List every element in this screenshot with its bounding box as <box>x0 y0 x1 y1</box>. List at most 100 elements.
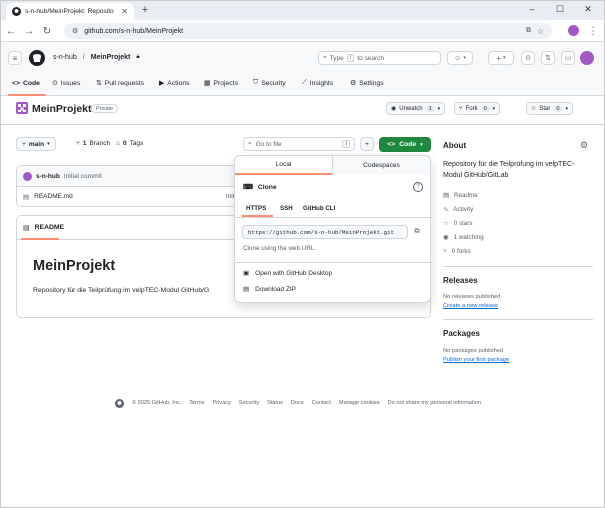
forward-icon[interactable]: → <box>22 24 36 38</box>
tab-actions[interactable]: ▶ Actions <box>159 77 190 89</box>
fork-button[interactable]: ⑂ Fork 0 ▾ <box>454 102 501 115</box>
tab-pull-requests[interactable]: ⇅ Pull requests <box>96 77 144 89</box>
browser-tab[interactable]: s-n-hub/MeinProjekt: Reposito ✕ <box>6 3 134 20</box>
commit-message[interactable]: Initial commit <box>64 173 102 180</box>
code-icon: <> <box>387 141 396 148</box>
create-release-link[interactable]: Create a new release <box>443 303 498 309</box>
tab-projects[interactable]: ▦ Projects <box>204 77 238 89</box>
packages-title[interactable]: Packages <box>443 329 480 338</box>
github-favicon-icon <box>12 7 21 16</box>
active-tab-indicator <box>8 94 46 96</box>
fork-count: 0 <box>480 105 490 112</box>
releases-title[interactable]: Releases <box>443 276 478 285</box>
download-zip-item[interactable]: ▤ Download ZIP <box>243 285 296 294</box>
footer-link-privacy[interactable]: Privacy <box>212 400 230 406</box>
footer-link-cookies[interactable]: Manage cookies <box>339 400 380 406</box>
footer: © 2025 GitHub, Inc. Terms Privacy Securi… <box>115 398 481 408</box>
tag-count-link[interactable]: ⌂ 0 Tags <box>116 140 143 147</box>
tab-security[interactable]: ⛉ Security <box>253 77 286 89</box>
chevron-down-icon: ▾ <box>503 55 506 61</box>
tab-local[interactable]: Local <box>235 156 332 175</box>
about-settings-icon[interactable]: ⚙ <box>580 140 588 151</box>
maximize-icon[interactable]: ☐ <box>548 2 572 16</box>
tab-issues[interactable]: ⊙ Issues <box>52 77 80 89</box>
file-name-link[interactable]: README.md <box>34 193 73 200</box>
eye-icon: ◉ <box>391 106 397 112</box>
install-icon[interactable]: ⧉ <box>526 27 531 35</box>
footer-link-security[interactable]: Security <box>239 400 259 406</box>
tab-close-icon[interactable]: ✕ <box>121 7 128 16</box>
sidebar-item-activity[interactable]: ∿ Activity <box>443 206 473 213</box>
commit-author[interactable]: s-n-hub <box>36 173 60 180</box>
fork-icon: ⑂ <box>459 105 463 112</box>
copilot-button[interactable]: ☺ ▾ <box>447 51 473 65</box>
github-footer-logo-icon[interactable] <box>115 398 124 408</box>
help-icon[interactable]: ? <box>413 182 423 192</box>
fork-icon: ⑂ <box>443 248 447 255</box>
tab-github-cli[interactable]: GitHub CLI <box>303 202 335 214</box>
inbox-icon[interactable]: ▭ <box>561 51 575 65</box>
breadcrumb-owner[interactable]: s-n-hub <box>53 54 77 61</box>
github-logo-icon[interactable] <box>29 50 45 66</box>
footer-link-contact[interactable]: Contact <box>312 400 331 406</box>
tab-https[interactable]: HTTPS <box>246 202 266 214</box>
site-info-icon[interactable]: ⚙ <box>72 27 78 35</box>
minimize-icon[interactable]: – <box>520 2 544 16</box>
publish-package-link[interactable]: Publish your first package <box>443 357 509 363</box>
profile-avatar[interactable] <box>568 25 579 36</box>
code-button[interactable]: <> Code ▾ <box>379 137 431 152</box>
new-tab-button[interactable]: + <box>138 3 152 17</box>
header-divider <box>0 124 605 125</box>
readme-tab-underline <box>21 238 59 240</box>
packages-empty: No packages published <box>443 348 504 354</box>
breadcrumb-repo[interactable]: MeinProjekt <box>91 54 131 61</box>
hamburger-menu-icon[interactable]: ≡ <box>8 51 22 65</box>
footer-link-do-not-share[interactable]: Do not share my personal information <box>388 400 481 406</box>
add-file-button[interactable]: + <box>360 137 374 151</box>
back-icon[interactable]: ← <box>4 24 18 38</box>
footer-link-status[interactable]: Status <box>267 400 283 406</box>
reload-icon[interactable]: ↻ <box>40 24 54 38</box>
tab-codespaces[interactable]: Codespaces <box>332 155 430 175</box>
copy-icon[interactable]: ⧉ <box>411 226 423 238</box>
unwatch-button[interactable]: ◉ Unwatch 1 ▾ <box>386 102 446 115</box>
branch-icon: ⑂ <box>76 140 80 147</box>
sidebar-item-stars[interactable]: ☆ 0 stars <box>443 220 473 227</box>
footer-link-terms[interactable]: Terms <box>189 400 204 406</box>
browser-tab-title: s-n-hub/MeinProjekt: Reposito <box>25 8 114 15</box>
sidebar-item-forks[interactable]: ⑂ 0 forks <box>443 248 471 255</box>
browser-tabstrip: s-n-hub/MeinProjekt: Reposito ✕ + – ☐ ✕ <box>0 0 605 20</box>
tab-settings[interactable]: ⚙ Settings <box>350 77 384 89</box>
window-close-icon[interactable]: ✕ <box>576 2 600 16</box>
subtab-divider <box>235 217 432 218</box>
address-bar[interactable]: ⚙ github.com/s-n-hub/MeinProjekt ⧉ ☆ <box>64 23 552 39</box>
pull-requests-icon[interactable]: ⇅ <box>541 51 555 65</box>
tab-code[interactable]: <> Code <box>12 77 40 89</box>
user-avatar[interactable] <box>580 51 594 65</box>
projects-icon: ▦ <box>204 80 211 87</box>
branch-selector[interactable]: ⑂ main ▾ <box>16 137 56 151</box>
search-input[interactable]: ⌕ Type / to search <box>318 51 441 65</box>
pull-request-icon: ⇅ <box>96 80 102 87</box>
tab-insights[interactable]: ⟋ Insights <box>302 77 333 89</box>
eye-icon: ◉ <box>443 234 449 241</box>
tab-ssh[interactable]: SSH <box>280 202 293 214</box>
open-desktop-item[interactable]: ▣ Open with GitHub Desktop <box>243 269 332 278</box>
footer-link-docs[interactable]: Docs <box>291 400 304 406</box>
chevron-down-icon: ▾ <box>492 105 496 112</box>
issues-icon[interactable]: ⊙ <box>521 51 535 65</box>
sidebar-item-readme[interactable]: ▤ Readme <box>443 192 478 199</box>
chevron-down-icon: ▾ <box>420 141 423 148</box>
bookmark-star-icon[interactable]: ☆ <box>537 27 544 36</box>
address-url: github.com/s-n-hub/MeinProjekt <box>84 27 184 35</box>
star-button[interactable]: ☆ Star 0 ▾ <box>526 102 573 115</box>
readme-tab[interactable]: README <box>35 224 64 231</box>
branch-count-link[interactable]: ⑂ 1 Branch <box>76 140 110 147</box>
browser-menu-icon[interactable]: ⋮ <box>586 24 600 38</box>
clone-url-field[interactable]: https://github.com/s-n-hub/MeinProjekt.g… <box>242 225 408 239</box>
search-icon: ⌕ <box>323 54 327 61</box>
star-count: 0 <box>553 105 563 112</box>
sidebar-item-watching[interactable]: ◉ 1 watching <box>443 234 484 241</box>
go-to-file-input[interactable]: ⌕ Go to file t <box>243 137 355 151</box>
create-new-button[interactable]: + ▾ <box>488 51 514 65</box>
